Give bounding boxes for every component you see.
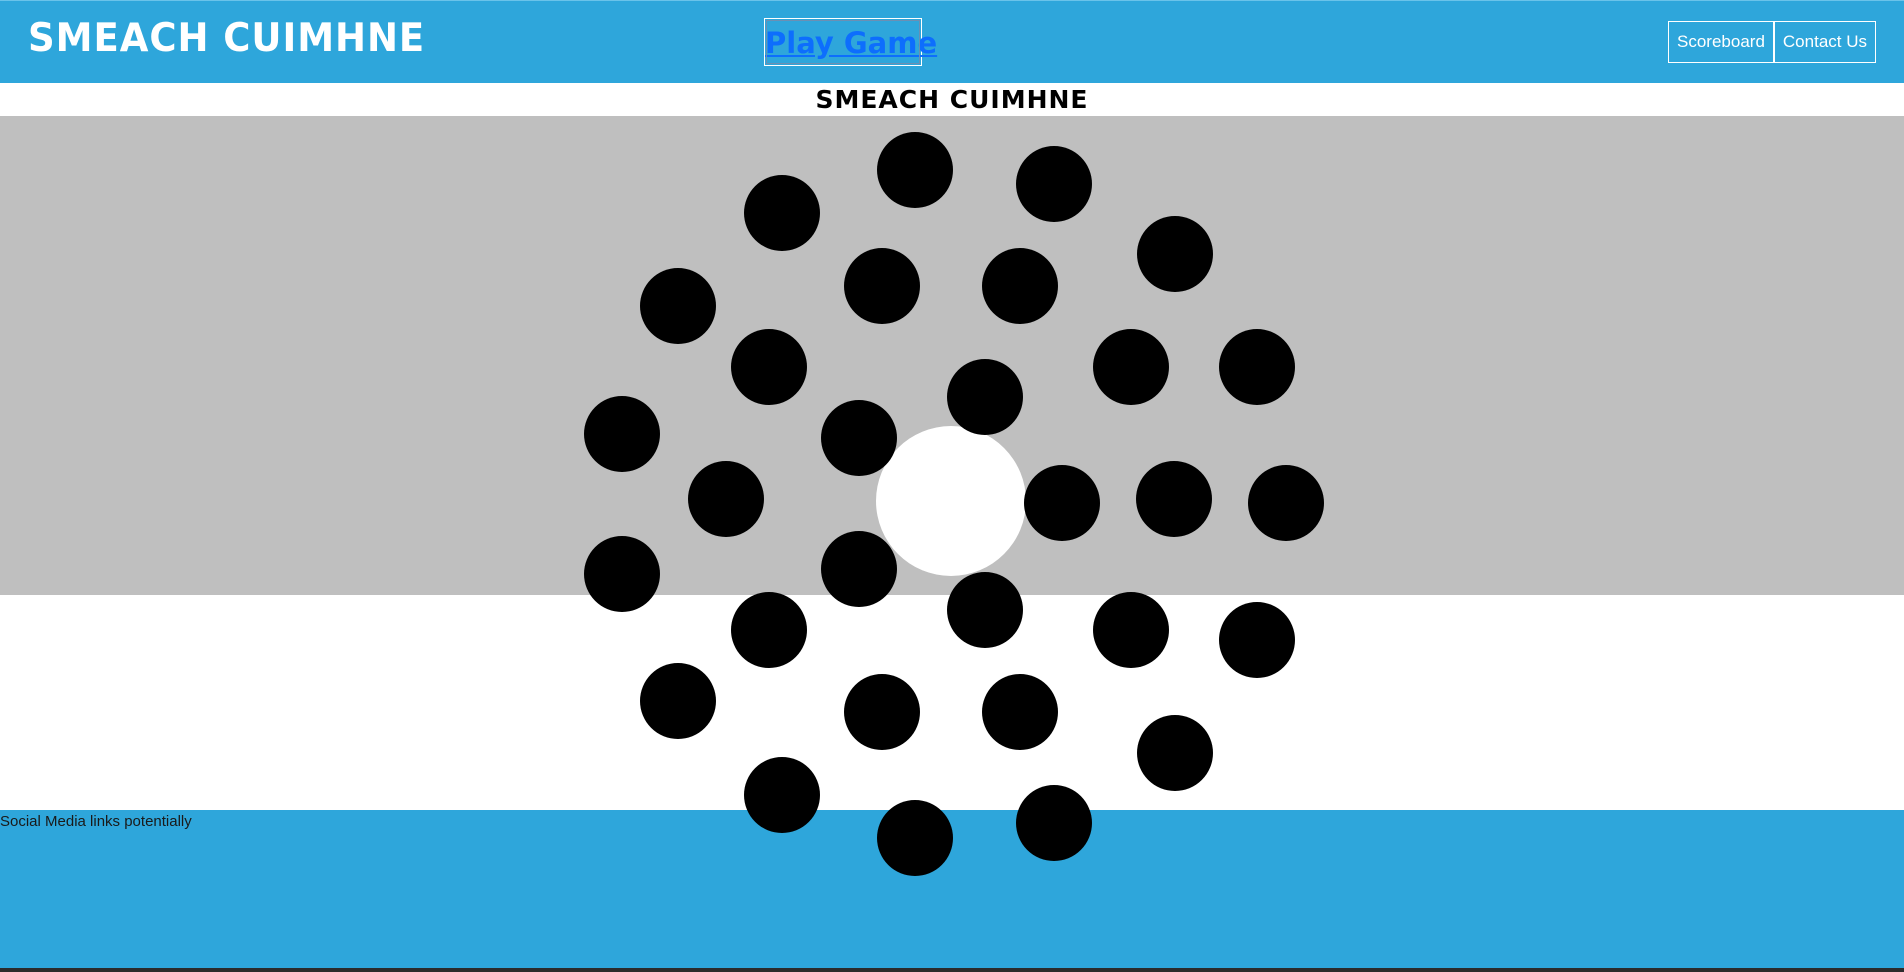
game-dot-4[interactable]: [1137, 216, 1213, 292]
game-dot-25[interactable]: [844, 674, 920, 750]
game-dot-14[interactable]: [688, 461, 764, 537]
game-dot-20[interactable]: [947, 572, 1023, 648]
window-bottom-edge: [0, 968, 1904, 972]
play-game-link[interactable]: Play Game: [764, 18, 937, 66]
game-dot-5[interactable]: [844, 248, 920, 324]
game-dot-16[interactable]: [1136, 461, 1212, 537]
game-dot-11[interactable]: [947, 359, 1023, 435]
game-dot-23[interactable]: [1219, 602, 1295, 678]
site-logo[interactable]: SMEACH CUIMHNE: [28, 15, 425, 63]
game-dot-15[interactable]: [1024, 465, 1100, 541]
game-dot-10[interactable]: [1219, 329, 1295, 405]
nav-menu: Scoreboard Contact Us: [1668, 21, 1876, 63]
game-dot-17[interactable]: [1248, 465, 1324, 541]
game-dot-18[interactable]: [584, 536, 660, 612]
game-dot-30[interactable]: [877, 800, 953, 876]
top-navbar: SMEACH CUIMHNE Play Game Scoreboard Cont…: [0, 0, 1904, 83]
game-dot-24[interactable]: [640, 663, 716, 739]
game-dot-1[interactable]: [877, 132, 953, 208]
game-dot-6[interactable]: [982, 248, 1058, 324]
page: SMEACH CUIMHNE Play Game Scoreboard Cont…: [0, 0, 1904, 972]
contact-us-button[interactable]: Contact Us: [1773, 21, 1876, 63]
game-dot-3[interactable]: [744, 175, 820, 251]
footer-text: Social Media links potentially: [0, 813, 192, 830]
center-circle[interactable]: [876, 426, 1026, 576]
game-dot-9[interactable]: [1093, 329, 1169, 405]
page-title: SMEACH CUIMHNE: [815, 85, 1089, 114]
game-dot-19[interactable]: [821, 531, 897, 607]
game-dot-22[interactable]: [1093, 592, 1169, 668]
game-dot-7[interactable]: [640, 268, 716, 344]
game-dot-13[interactable]: [821, 400, 897, 476]
game-dot-8[interactable]: [731, 329, 807, 405]
game-dot-29[interactable]: [1016, 785, 1092, 861]
game-dot-2[interactable]: [1016, 146, 1092, 222]
game-dot-27[interactable]: [1137, 715, 1213, 791]
game-dot-12[interactable]: [584, 396, 660, 472]
game-dot-28[interactable]: [744, 757, 820, 833]
game-dot-21[interactable]: [731, 592, 807, 668]
game-dot-26[interactable]: [982, 674, 1058, 750]
scoreboard-button[interactable]: Scoreboard: [1668, 21, 1774, 63]
